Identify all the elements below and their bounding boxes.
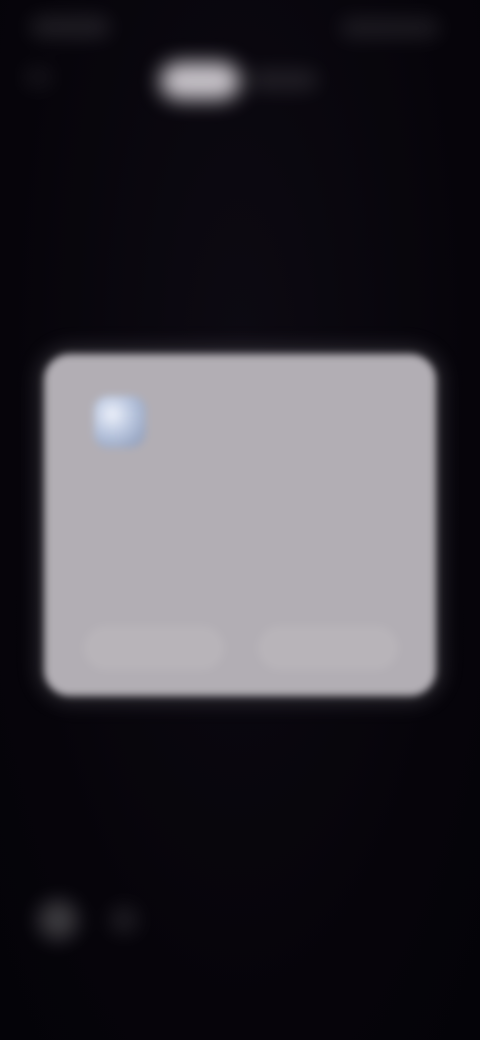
- back-arrow-icon[interactable]: [24, 66, 52, 88]
- status-bar-icons: [340, 18, 440, 38]
- dialog-secondary-button[interactable]: [84, 626, 224, 670]
- app-logo-icon: [94, 396, 146, 448]
- screen: [0, 0, 480, 1040]
- dialog-primary-button[interactable]: [258, 626, 398, 670]
- permission-dialog: [44, 354, 436, 696]
- top-toggle-label[interactable]: [248, 70, 318, 90]
- bottom-left-circle-icon[interactable]: [38, 900, 78, 940]
- status-bar-time: [30, 16, 110, 38]
- bottom-secondary-circle-icon[interactable]: [110, 906, 138, 934]
- top-toggle-pill[interactable]: [160, 62, 240, 100]
